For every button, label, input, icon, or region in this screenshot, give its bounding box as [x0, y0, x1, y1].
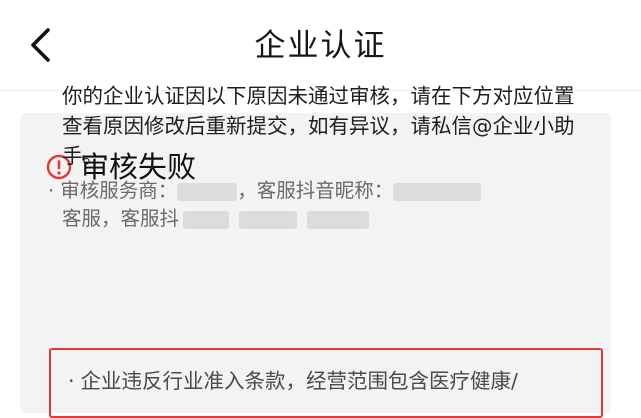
rejection-reason: · 企业违反行业准入条款，经营范围包含医疗健康/ — [68, 366, 588, 396]
reason-text: 企业违反行业准入条款，经营范围包含医疗健康/ — [80, 369, 518, 393]
service-label: 客服，客服抖 — [62, 207, 180, 230]
reviewer-prefix: 审核服务商： — [60, 179, 178, 202]
rejection-description: 你的企业认证因以下原因未通过审核，请在下方对应位置查看原因修改后重新提交，如有异… — [62, 84, 575, 168]
top-nav-bar: 企业认证 — [0, 0, 641, 91]
redacted-provider-name — [177, 182, 238, 201]
reviewer-info: · 审核服务商： ，客服抖音昵称： 客服，客服抖 — [48, 177, 588, 233]
redacted-account — [183, 210, 230, 229]
bullet-dot: · — [48, 179, 55, 202]
bullet-dot: · — [68, 369, 75, 393]
redacted-account-3 — [307, 210, 370, 229]
nickname-label: ，客服抖音昵称： — [237, 179, 394, 202]
page-title: 企业认证 — [254, 28, 387, 64]
redacted-account-2 — [239, 210, 298, 229]
redacted-nickname — [393, 182, 482, 201]
